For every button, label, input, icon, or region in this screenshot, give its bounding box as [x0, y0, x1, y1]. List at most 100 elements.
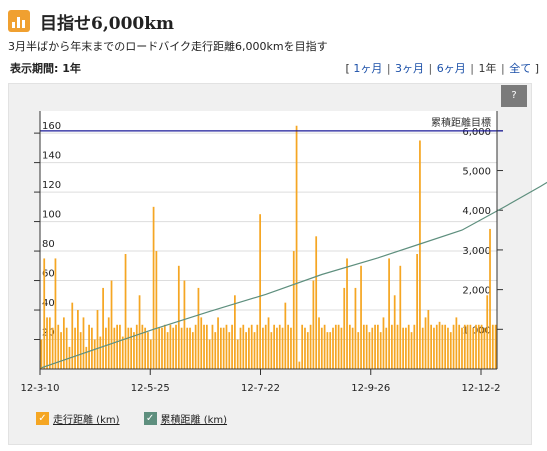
- distance-bar: [438, 321, 441, 369]
- legend-checkbox-distance[interactable]: ✓: [36, 412, 49, 425]
- distance-bar: [452, 324, 455, 369]
- distance-bar: [292, 251, 295, 369]
- distance-bar: [396, 324, 399, 369]
- distance-bar: [158, 327, 161, 369]
- distance-bar: [175, 324, 177, 369]
- distance-chart: 204060801001201401601,0002,0003,0004,000…: [20, 111, 547, 394]
- y-left-tick-label: 140: [42, 151, 61, 162]
- distance-bar: [489, 228, 491, 369]
- distance-bar: [77, 310, 79, 369]
- distance-bar: [124, 254, 127, 369]
- distance-bar: [371, 327, 374, 369]
- distance-bar: [65, 327, 68, 369]
- distance-bar: [248, 327, 250, 369]
- distance-bar: [466, 324, 469, 369]
- distance-bar: [357, 332, 360, 369]
- distance-bar: [284, 302, 287, 369]
- distance-bar: [220, 327, 222, 369]
- distance-bar: [105, 327, 107, 369]
- distance-bar: [121, 336, 124, 369]
- distance-bar: [96, 310, 99, 369]
- distance-bar: [256, 324, 259, 369]
- distance-bar: [234, 295, 236, 369]
- distance-bar: [281, 327, 284, 369]
- distance-bar: [360, 265, 362, 369]
- distance-bar: [245, 332, 247, 369]
- distance-bar: [253, 332, 256, 369]
- distance-bar: [107, 317, 110, 369]
- distance-bar: [102, 287, 104, 369]
- distance-bar: [51, 327, 54, 369]
- distance-bar: [262, 327, 264, 369]
- distance-bar: [278, 324, 281, 369]
- distance-bar: [147, 332, 149, 369]
- legend-checkbox-cumulative[interactable]: ✓: [143, 412, 157, 425]
- y-left-tick-label: 120: [42, 180, 61, 191]
- y-right-tick-label: 5,000: [462, 167, 491, 178]
- legend-label-cumulative[interactable]: 累積距離 (km): [161, 411, 228, 426]
- distance-bar: [290, 327, 292, 369]
- distance-bar: [189, 327, 191, 369]
- x-tick-label: 12-5-25: [131, 383, 170, 394]
- distance-bar: [393, 295, 396, 369]
- distance-bar: [166, 332, 169, 369]
- distance-bar: [276, 327, 278, 369]
- distance-bar: [197, 287, 200, 369]
- distance-bar: [46, 317, 48, 369]
- distance-bar: [149, 339, 152, 369]
- y-left-tick-label: 100: [42, 210, 61, 221]
- distance-bar: [135, 324, 138, 369]
- distance-bar: [334, 324, 337, 369]
- distance-bar: [379, 332, 382, 369]
- distance-bar: [449, 332, 452, 369]
- distance-bar: [242, 324, 245, 369]
- distance-bar: [113, 327, 116, 369]
- distance-bar: [152, 206, 155, 369]
- distance-bar: [413, 324, 416, 369]
- distance-bar: [194, 324, 197, 369]
- distance-bar: [399, 265, 402, 369]
- distance-bar: [329, 332, 332, 369]
- distance-bar: [155, 251, 158, 369]
- x-tick-label: 12-12-2: [461, 383, 500, 394]
- distance-bar: [180, 327, 183, 369]
- distance-bar: [320, 327, 323, 369]
- distance-bar: [205, 324, 208, 369]
- distance-bar: [365, 324, 368, 369]
- y-right-tick-label: 3,000: [462, 246, 491, 257]
- distance-bar: [348, 324, 351, 369]
- distance-bar: [138, 295, 141, 369]
- distance-bar: [309, 324, 312, 369]
- distance-bar: [270, 332, 273, 369]
- distance-bar: [191, 332, 194, 369]
- distance-bar: [374, 324, 376, 369]
- distance-bar: [93, 339, 96, 369]
- distance-bar: [433, 327, 435, 369]
- distance-bar: [385, 327, 388, 369]
- distance-bar: [340, 327, 343, 369]
- distance-bar: [141, 324, 144, 369]
- distance-bar: [377, 324, 379, 369]
- distance-bar: [382, 317, 385, 369]
- distance-bar: [236, 339, 239, 369]
- distance-bar: [172, 327, 175, 369]
- y-right-tick-label: 2,000: [462, 286, 491, 297]
- distance-bar: [110, 280, 113, 369]
- distance-bar: [463, 324, 466, 369]
- distance-bar: [486, 295, 489, 369]
- distance-bar: [208, 339, 211, 369]
- distance-bar: [79, 332, 82, 369]
- distance-bar: [421, 327, 424, 369]
- distance-bar: [127, 327, 130, 369]
- distance-bar: [351, 327, 354, 369]
- distance-bar: [447, 327, 449, 369]
- distance-bar: [368, 332, 371, 369]
- distance-bar: [332, 327, 334, 369]
- distance-bar: [483, 327, 486, 369]
- distance-bar: [62, 317, 65, 369]
- distance-bar: [306, 332, 309, 369]
- distance-bar: [407, 324, 410, 369]
- legend-label-distance[interactable]: 走行距離 (km): [53, 411, 120, 426]
- distance-bar: [200, 317, 203, 369]
- distance-bar: [133, 332, 135, 369]
